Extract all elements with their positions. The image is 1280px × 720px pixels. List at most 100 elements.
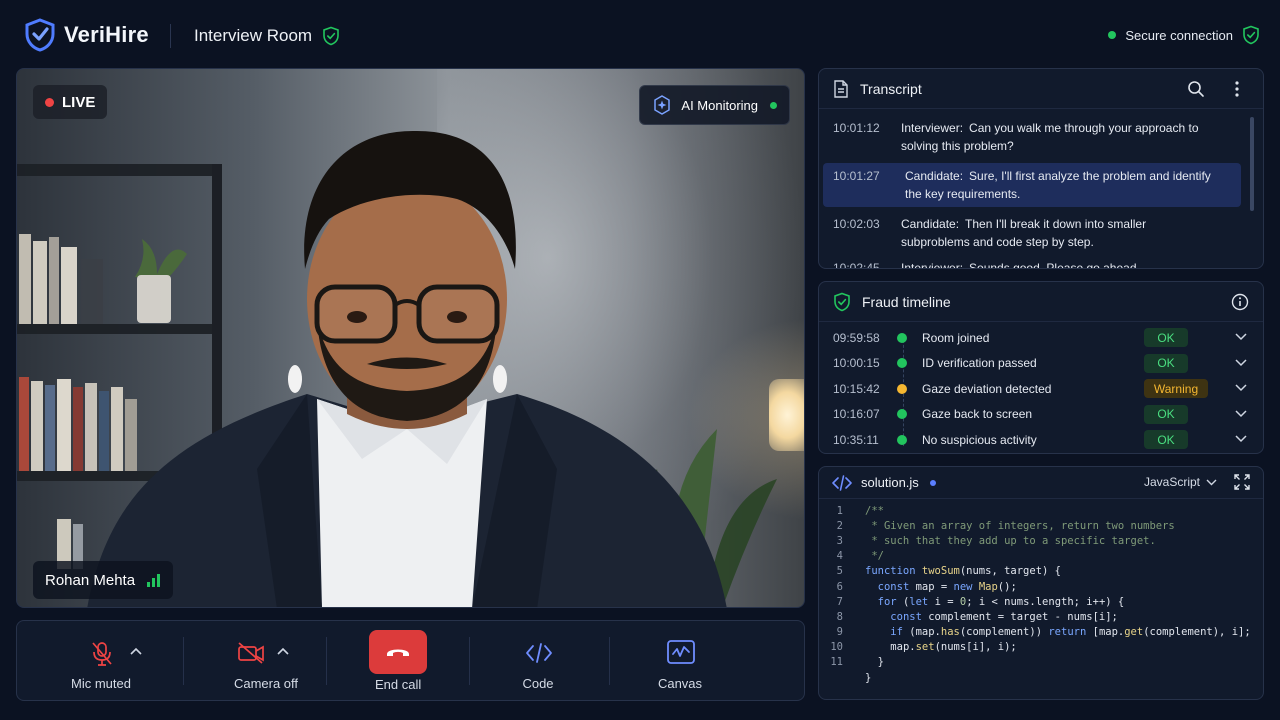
- event-node-ok: [897, 434, 907, 445]
- live-badge: LIVE: [33, 85, 108, 119]
- language-select[interactable]: JavaScript: [1144, 475, 1217, 489]
- camera-options-chevron-up-icon[interactable]: [277, 647, 289, 655]
- ai-monitoring-label: AI Monitoring: [681, 97, 758, 113]
- transcript-panel: Transcript 10:01:12 Interviewer: Can you …: [818, 68, 1264, 269]
- event-label: Gaze back to screen: [922, 407, 1033, 422]
- candidate-video-frame: [17, 130, 777, 607]
- transcript-header: Transcript: [819, 69, 1263, 109]
- fraud-timeline-title: Fraud timeline: [862, 293, 951, 310]
- call-controls-bar: Mic muted Camera off End call Code Canva…: [16, 620, 805, 701]
- document-icon: [833, 79, 849, 98]
- expand-chevron-down-icon[interactable]: [1235, 409, 1247, 418]
- event-node-ok: [897, 358, 907, 369]
- expand-chevron-down-icon[interactable]: [1235, 333, 1247, 341]
- camera-toggle-button[interactable]: Camera off: [201, 621, 331, 700]
- event-label: Room joined: [922, 330, 990, 345]
- transcript-time: 10:01:12: [833, 121, 880, 135]
- event-node-warning: [897, 383, 907, 394]
- event-time: 10:00:15: [833, 356, 880, 371]
- info-icon[interactable]: [1231, 293, 1249, 311]
- code-line: 9 if (map. has (complement)) return [map. g…: [836, 626, 1251, 639]
- fraud-event-row[interactable]: 10:15:42 Gaze deviation detected Warning: [819, 376, 1263, 402]
- canvas-whiteboard-icon: [666, 639, 696, 665]
- ai-monitoring-badge[interactable]: AI Monitoring: [639, 85, 790, 125]
- candidate-video-feed[interactable]: LIVE AI Monitoring Rohan Mehta: [16, 68, 805, 608]
- expand-chevron-down-icon[interactable]: [1235, 435, 1247, 443]
- status-dot: [1108, 31, 1117, 39]
- participant-name-tag: Rohan Mehta: [33, 561, 174, 599]
- phone-hangup-icon: [385, 645, 411, 659]
- code-line: 11 }: [830, 656, 884, 669]
- code-editor-panel: solution.js JavaScript 1/** 2 * Given an…: [818, 466, 1264, 700]
- canvas-button[interactable]: Canvas: [629, 621, 731, 700]
- expand-chevron-down-icon[interactable]: [1235, 384, 1247, 392]
- code-button[interactable]: Code: [487, 621, 589, 700]
- control-separator: [326, 637, 327, 685]
- code-brackets-icon: [525, 642, 553, 664]
- code-area[interactable]: 1/** 2 * Given an array of integers, ret…: [819, 499, 1263, 685]
- transcript-entry[interactable]: 10:02:45 Interviewer: Sounds good. Please…: [819, 255, 1263, 269]
- signal-strength-icon: [147, 573, 161, 587]
- code-label: Code: [522, 676, 554, 691]
- transcript-entry[interactable]: 10:01:12 Interviewer: Can you walk me thr…: [819, 115, 1263, 159]
- end-call-button[interactable]: [369, 630, 427, 674]
- control-separator: [469, 637, 470, 685]
- code-line: 7 for (let i = 0; i < nums.length; i++) …: [836, 595, 1125, 608]
- editor-header: solution.js JavaScript: [819, 467, 1263, 499]
- live-dot: [45, 97, 54, 107]
- fraud-event-row[interactable]: 09:59:58 Room joined OK: [819, 325, 1263, 351]
- fraud-timeline-header: Fraud timeline: [819, 282, 1263, 322]
- canvas-label: Canvas: [657, 676, 703, 691]
- ai-sparkle-icon: [652, 95, 672, 115]
- status-badge: OK: [1144, 353, 1188, 373]
- event-label: No suspicious activity: [922, 432, 1037, 447]
- event-label: ID verification passed: [922, 356, 1037, 371]
- code-line: 5 function twoSum (nums, target) {: [836, 565, 1061, 578]
- fraud-event-row[interactable]: 10:35:11 No suspicious activity OK: [819, 427, 1263, 453]
- expand-chevron-down-icon[interactable]: [1235, 358, 1247, 367]
- search-icon[interactable]: [1187, 80, 1205, 98]
- transcript-entry[interactable]: 10:02:03 Candidate: Then I'll break it do…: [819, 211, 1263, 255]
- transcript-entry-active[interactable]: 10:01:27 Candidate: Sure, I'll first anal…: [823, 163, 1241, 207]
- transcript-time: 10:02:45: [833, 261, 880, 269]
- fraud-event-row[interactable]: 10:16:07 Gaze back to screen OK: [819, 402, 1263, 428]
- shield-check-icon: [833, 292, 851, 312]
- fraud-timeline-panel: Fraud timeline 09:59:58 Room joined OK 1…: [818, 281, 1264, 454]
- editor-filename[interactable]: solution.js: [861, 475, 919, 490]
- event-node-ok: [897, 409, 907, 420]
- event-time: 09:59:58: [833, 330, 880, 345]
- transcript-list[interactable]: 10:01:12 Interviewer: Can you walk me thr…: [819, 109, 1263, 269]
- event-node-ok: [897, 332, 907, 343]
- room-title: Interview Room: [194, 26, 340, 46]
- shield-check-logo-icon: [24, 18, 56, 52]
- code-line: 6 const map = new Map ();: [836, 580, 1017, 593]
- code-line: 8 const complement = target - nums[i];: [836, 610, 1118, 623]
- event-time: 10:15:42: [833, 381, 880, 396]
- verified-shield-icon: [322, 26, 340, 46]
- mic-toggle-button[interactable]: Mic muted: [51, 621, 151, 700]
- brand-logo[interactable]: VeriHire: [24, 18, 149, 52]
- secure-connection-label: Secure connection: [1125, 27, 1233, 43]
- camera-label: Camera off: [233, 676, 299, 691]
- code-line: 1/**: [836, 504, 884, 517]
- transcript-speaker: Candidate:: [901, 217, 960, 231]
- ai-status-dot: [770, 101, 777, 109]
- code-file-icon: [832, 474, 852, 491]
- mic-options-chevron-up-icon[interactable]: [130, 647, 142, 655]
- chevron-down-icon: [1206, 479, 1217, 486]
- status-badge: OK: [1144, 328, 1188, 348]
- app-header: VeriHire Interview Room Secure connectio…: [0, 0, 1280, 68]
- code-line: 3 * such that they add up to a specific …: [836, 534, 1156, 547]
- expand-fullscreen-icon[interactable]: [1234, 474, 1250, 490]
- mic-label: Mic muted: [71, 676, 131, 691]
- code-line: }: [865, 671, 872, 684]
- control-separator: [609, 637, 610, 685]
- transcript-title: Transcript: [860, 80, 922, 97]
- event-time: 10:35:11: [833, 432, 879, 447]
- control-separator: [183, 637, 184, 685]
- fraud-event-row[interactable]: 10:00:15 ID verification passed OK: [819, 351, 1263, 377]
- transcript-speaker: Candidate:: [905, 169, 964, 183]
- more-options-kebab-icon[interactable]: [1235, 80, 1239, 98]
- end-call-label: End call: [375, 677, 422, 692]
- transcript-scrollbar[interactable]: [1250, 117, 1254, 211]
